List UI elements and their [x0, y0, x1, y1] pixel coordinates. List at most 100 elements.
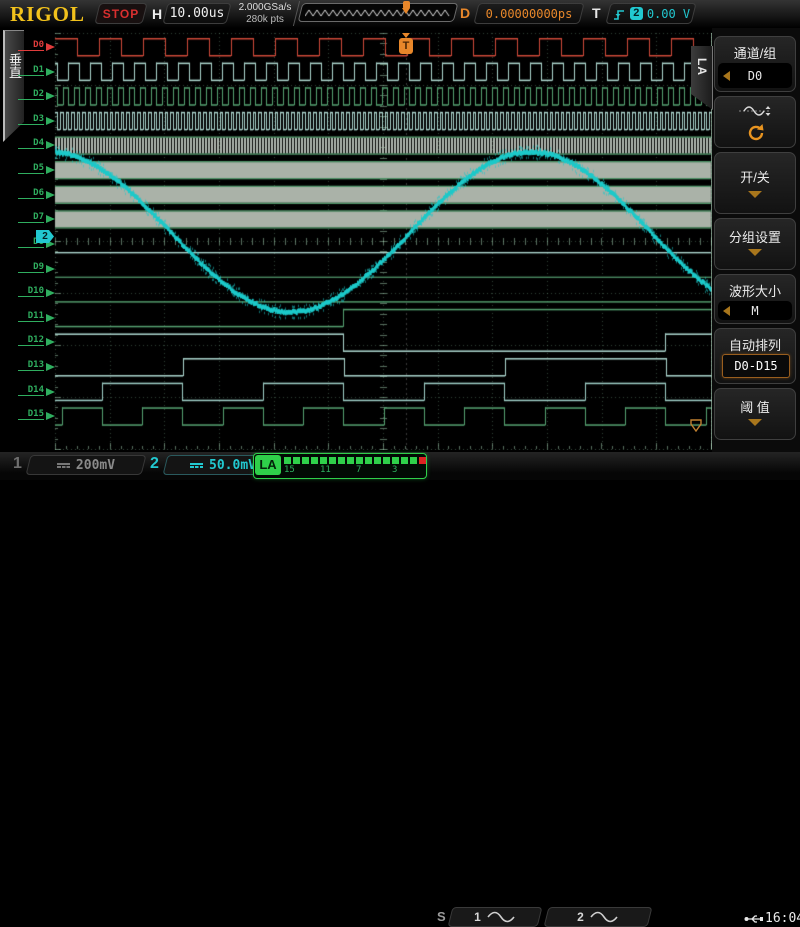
- top-status-bar: RIGOL STOP H 10.00us 2.000GSa/s 280k pts…: [0, 0, 800, 29]
- la-bit-indicator: [347, 457, 354, 464]
- la-bit-indicator: [410, 457, 417, 464]
- run-status-badge: STOP: [94, 3, 147, 24]
- ch2-position-marker[interactable]: 2: [36, 230, 54, 243]
- trigger-position-marker-mini[interactable]: [402, 1, 411, 14]
- la-bit-indicator: [356, 457, 363, 464]
- digital-channel-label[interactable]: D4: [18, 138, 44, 149]
- down-arrow-icon: [748, 191, 762, 198]
- preview-zigzag: [305, 6, 451, 20]
- trigger-source-badge: 2: [630, 7, 643, 20]
- menu-item-wave-size[interactable]: 波形大小 M: [714, 274, 796, 324]
- la-bit-indicator: [419, 457, 426, 464]
- la-bit-indicator: [329, 457, 336, 464]
- delay-label: D: [460, 5, 470, 21]
- menu-item-channel-group[interactable]: 通道/组 D0: [714, 36, 796, 92]
- digital-channel-label[interactable]: D7: [18, 212, 44, 223]
- la-bit-indicator: [383, 457, 390, 464]
- trigger-position-flag[interactable]: T: [399, 33, 413, 57]
- ch1-coupling-icon: [57, 462, 70, 469]
- menu-value-area: D0: [718, 63, 792, 88]
- la-bit-indicator: [365, 457, 372, 464]
- mini-trigger-arrow-icon: [402, 8, 410, 14]
- menu-item-threshold[interactable]: 阈 值: [714, 388, 796, 440]
- source2-status[interactable]: 2: [544, 907, 653, 927]
- menu-title: 开/关: [715, 167, 795, 186]
- timebase-display[interactable]: 10.00us: [162, 3, 231, 24]
- menu-title: 分组设置: [715, 227, 795, 246]
- menu-item-auto-arrange[interactable]: 自动排列 D0-D15: [714, 328, 796, 384]
- left-arrow-icon: [723, 306, 730, 316]
- down-arrow-icon: [748, 249, 762, 256]
- horizontal-label: H: [152, 6, 162, 22]
- auto-arrange-value: D0-D15: [722, 354, 790, 378]
- vertical-menu-tab: 垂直: [3, 30, 24, 142]
- la-tab-label: LA: [695, 58, 709, 76]
- trigger-flag-icon: T: [399, 38, 413, 54]
- menu-item-on-off[interactable]: 开/关: [714, 152, 796, 214]
- delay-display[interactable]: 0.00000000ps: [473, 3, 584, 24]
- timebase-value: 10.00us: [170, 6, 225, 21]
- trigger-status-display[interactable]: 2 0.00 V: [605, 3, 696, 24]
- la-group-number: 3: [392, 465, 397, 475]
- sample-rate: 2.000GSa/s: [239, 2, 292, 13]
- memory-depth: 280k pts: [246, 14, 284, 25]
- digital-channel-label[interactable]: D5: [18, 163, 44, 174]
- la-group-number: 15: [284, 465, 295, 475]
- acquisition-info: 2.000GSa/s 280k pts: [236, 2, 294, 26]
- delay-value: 0.00000000ps: [486, 7, 573, 21]
- menu-value-area: M: [718, 301, 792, 320]
- digital-channel-label[interactable]: D11: [18, 311, 44, 322]
- la-bit-indicator: [338, 457, 345, 464]
- waveform-display[interactable]: [54, 32, 712, 450]
- clock: 16:04: [765, 911, 800, 926]
- menu-title: 自动排列: [715, 335, 795, 354]
- la-bit-indicator: [284, 457, 291, 464]
- ch1-number: 1: [13, 455, 22, 473]
- la-bit-indicator: [302, 457, 309, 464]
- digital-channel-label[interactable]: D13: [18, 360, 44, 371]
- menu-title: 阈 值: [715, 397, 795, 416]
- menu-item-group-setup[interactable]: 分组设置: [714, 218, 796, 270]
- menu-item-wave-adjust[interactable]: [714, 96, 796, 148]
- left-arrow-icon: [723, 71, 730, 81]
- la-bit-indicator: [320, 457, 327, 464]
- sine-icon: [486, 911, 516, 923]
- digital-channel-label[interactable]: D6: [18, 188, 44, 199]
- trigger-level-value: 0.00 V: [647, 7, 690, 21]
- ch2-scale: 50.0mV: [209, 458, 256, 473]
- rotate-icon: [746, 123, 766, 143]
- la-bit-indicator: [401, 457, 408, 464]
- down-arrow-icon: [748, 419, 762, 426]
- waveform-preview-strip[interactable]: [298, 3, 459, 22]
- ch2-number: 2: [150, 455, 159, 473]
- softkey-menu-panel: 通道/组 D0 开/关 分组设置 波形大小 M 自动排列 D0-D15: [712, 28, 800, 452]
- source1-number: 1: [474, 910, 481, 924]
- wave-adjust-icon: [738, 102, 774, 120]
- ch1-scale: 200mV: [76, 458, 115, 473]
- vertical-tab-label: 垂直: [6, 53, 23, 79]
- la-status[interactable]: LA 151173: [253, 453, 427, 479]
- digital-channel-label[interactable]: D12: [18, 335, 44, 346]
- brand-logo: RIGOL: [10, 2, 85, 27]
- digital-channel-label[interactable]: D15: [18, 409, 44, 420]
- menu-title: 通道/组: [715, 43, 795, 62]
- run-status-label: STOP: [103, 7, 139, 21]
- source-label: S: [437, 909, 446, 924]
- digital-channel-label[interactable]: D14: [18, 385, 44, 396]
- bottom-status-bar: 1 200mV 2 50.0mV LA 151173 S 1 2: [0, 452, 800, 480]
- digital-channel-label[interactable]: D9: [18, 262, 44, 273]
- wave-size-value: M: [751, 304, 758, 318]
- waveform-offscreen-indicator-icon: [688, 419, 704, 432]
- rising-edge-icon: [612, 7, 626, 21]
- source1-status[interactable]: 1: [448, 907, 543, 927]
- menu-title: 波形大小: [715, 281, 795, 300]
- la-badge: LA: [255, 455, 281, 475]
- trigger-label: T: [592, 5, 601, 21]
- la-bit-indicator: [392, 457, 399, 464]
- la-group-number: 7: [356, 465, 361, 475]
- ch2-coupling-icon: [190, 462, 203, 469]
- la-bit-indicator: [311, 457, 318, 464]
- la-bit-indicator: [374, 457, 381, 464]
- digital-channel-label[interactable]: D10: [18, 286, 44, 297]
- ch1-status[interactable]: 200mV: [26, 455, 147, 475]
